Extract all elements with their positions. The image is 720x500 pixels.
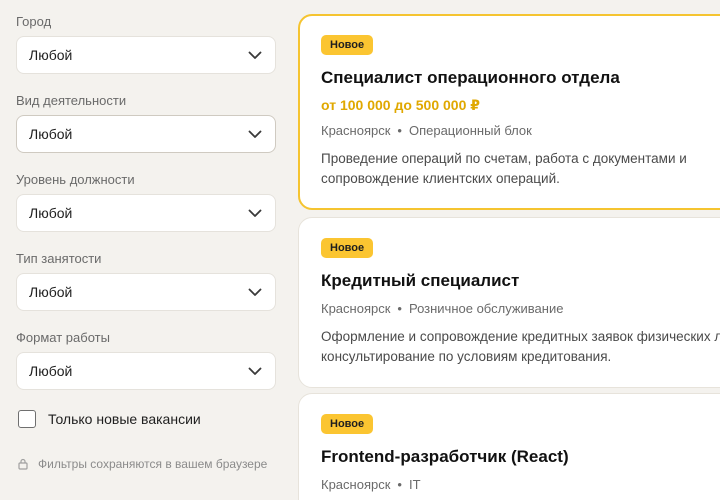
- vacancy-city: Красноярск: [321, 123, 391, 138]
- level-select-value: Любой: [29, 205, 73, 221]
- vacancy-description: Проведение операций по счетам, работа с …: [321, 149, 720, 189]
- activity-select[interactable]: Любой: [16, 115, 276, 153]
- new-badge: Новое: [321, 238, 374, 258]
- filter-level-label: Уровень должности: [16, 172, 135, 187]
- filter-employment-label: Тип занятости: [16, 251, 102, 266]
- vacancy-description: Оформление и сопровождение кредитных зая…: [321, 327, 720, 367]
- format-select[interactable]: Любой: [16, 352, 276, 390]
- vacancy-card[interactable]: Новое Frontend-разработчик (React) Красн…: [298, 393, 720, 500]
- vacancy-meta: Красноярск • Розничное обслуживание: [321, 300, 720, 318]
- vacancy-department: Операционный блок: [408, 123, 532, 138]
- employment-select[interactable]: Любой: [16, 273, 276, 311]
- filter-format: Формат работы Любой: [16, 330, 276, 390]
- vacancy-department: Розничное обслуживание: [408, 301, 564, 316]
- chevron-down-icon: [247, 284, 263, 300]
- vacancy-salary: от 100 000 до 500 000 ₽: [321, 97, 481, 113]
- vacancy-title[interactable]: Frontend-разработчик (React): [321, 446, 720, 468]
- new-badge: Новое: [321, 35, 374, 55]
- filter-city: Город Любой: [16, 14, 276, 74]
- filter-activity-label: Вид деятельности: [16, 93, 127, 108]
- vacancy-meta: Красноярск • Операционный блок: [321, 122, 720, 140]
- storage-note-text: Фильтры сохраняются в вашем браузере: [38, 457, 268, 471]
- new-badge: Новое: [321, 414, 374, 434]
- vacancy-description-line: консультирование по условиям кредитовани…: [321, 349, 612, 364]
- chevron-down-icon: [247, 205, 263, 221]
- new-only-checkbox[interactable]: [18, 410, 36, 428]
- format-select-value: Любой: [29, 363, 73, 379]
- filter-level: Уровень должности Любой: [16, 172, 276, 232]
- employment-select-value: Любой: [29, 284, 73, 300]
- vacancy-description-line: сопровождение клиентских операций.: [321, 171, 560, 186]
- vacancy-description-line: Проведение операций по счетам, работа с …: [321, 151, 687, 166]
- chevron-down-icon: [247, 47, 263, 63]
- vacancy-list: Новое Специалист операционного отдела от…: [298, 0, 720, 500]
- vacancy-city: Красноярск: [321, 477, 391, 492]
- lock-icon: [18, 458, 30, 470]
- meta-separator: •: [397, 123, 402, 138]
- new-only-checkbox-row[interactable]: Только новые вакансии: [18, 410, 201, 428]
- storage-note: Фильтры сохраняются в вашем браузере: [18, 457, 267, 471]
- new-only-label[interactable]: Только новые вакансии: [48, 411, 201, 427]
- city-select[interactable]: Любой: [16, 36, 276, 74]
- city-select-value: Любой: [29, 47, 73, 63]
- vacancy-title[interactable]: Кредитный специалист: [321, 270, 720, 292]
- vacancy-card[interactable]: Новое Кредитный специалист Красноярск • Ро…: [298, 217, 720, 388]
- vacancy-title[interactable]: Специалист операционного отдела: [321, 67, 720, 89]
- chevron-down-icon: [247, 363, 263, 379]
- chevron-down-icon: [247, 126, 263, 142]
- vacancy-meta: Красноярск • IT: [321, 476, 720, 494]
- vacancy-city: Красноярск: [321, 301, 391, 316]
- filter-format-label: Формат работы: [16, 330, 110, 345]
- vacancy-description-line: Оформление и сопровождение кредитных зая…: [321, 329, 720, 344]
- filter-employment: Тип занятости Любой: [16, 251, 276, 311]
- filter-city-label: Город: [16, 14, 52, 29]
- activity-select-value: Любой: [29, 126, 73, 142]
- filter-activity: Вид деятельности Любой: [16, 93, 276, 153]
- vacancy-department: IT: [408, 477, 421, 492]
- meta-separator: •: [397, 301, 402, 316]
- level-select[interactable]: Любой: [16, 194, 276, 232]
- meta-separator: •: [397, 477, 402, 492]
- vacancy-card[interactable]: Новое Специалист операционного отдела от…: [298, 14, 720, 210]
